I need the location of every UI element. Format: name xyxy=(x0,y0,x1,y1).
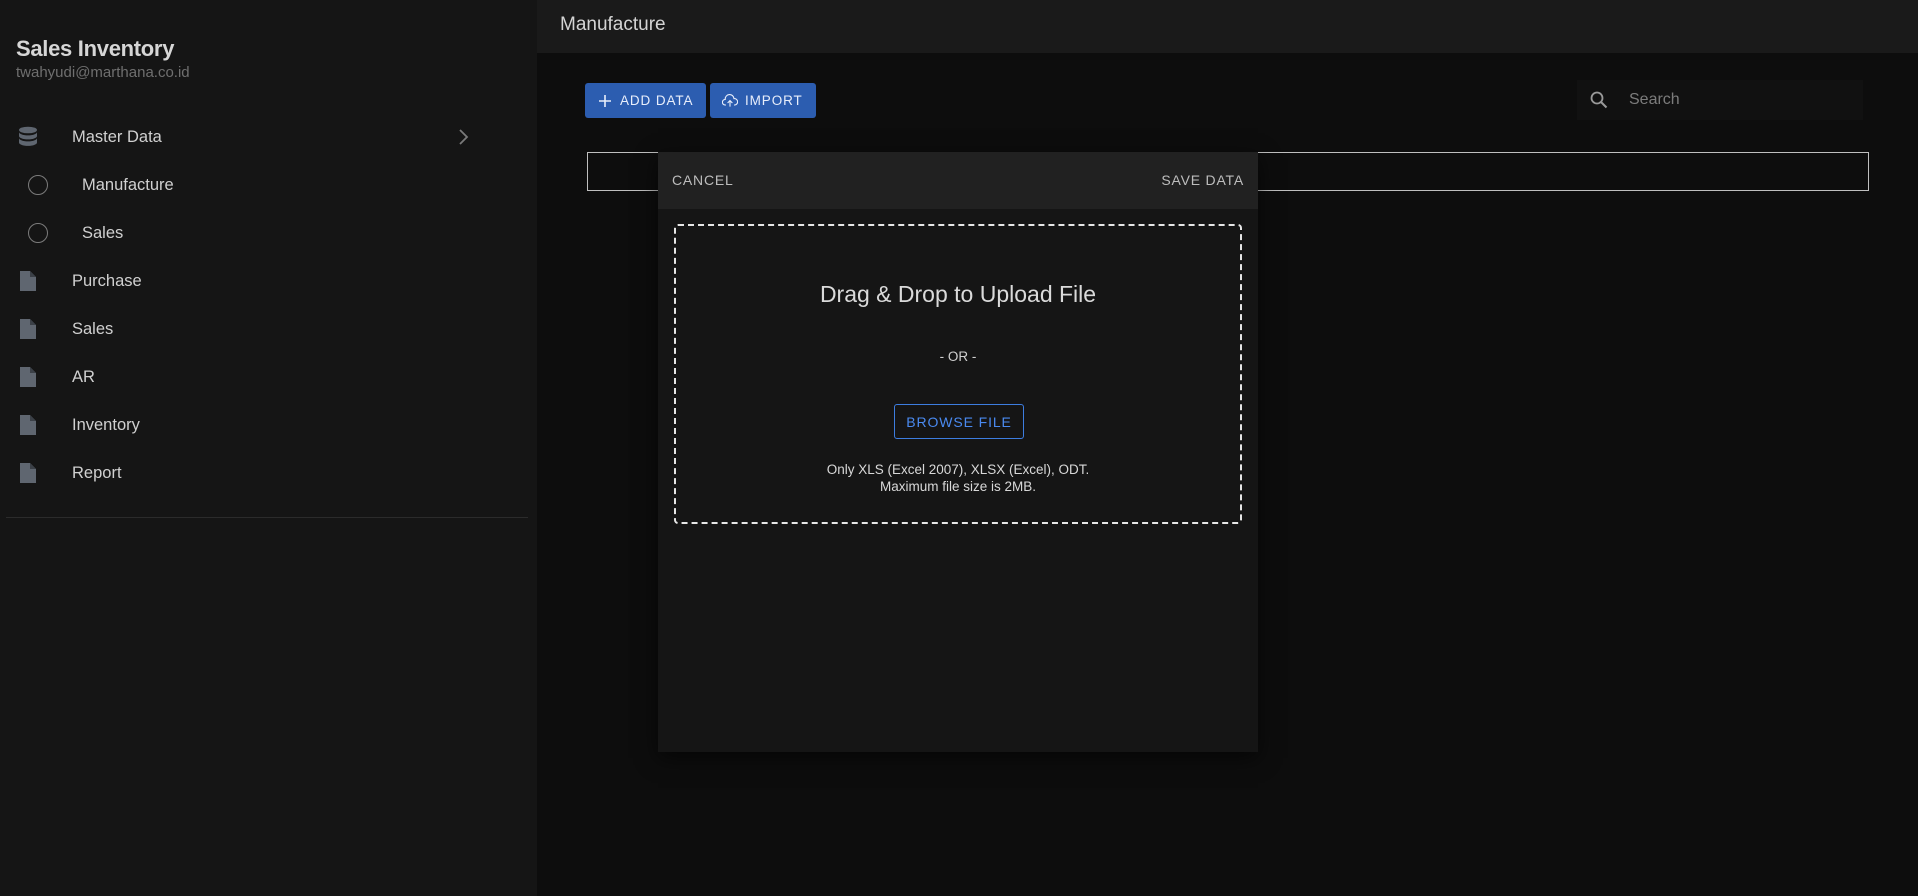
sidebar-item-label: Manufacture xyxy=(82,175,174,194)
top-bar: Manufacture xyxy=(537,0,1918,53)
file-format-note: Only XLS (Excel 2007), XLSX (Excel), ODT… xyxy=(826,462,1090,477)
file-icon xyxy=(17,270,39,292)
sidebar-divider xyxy=(6,517,528,518)
dropzone-or-text: - OR - xyxy=(939,349,977,364)
app-title: Sales Inventory xyxy=(16,36,175,61)
user-email: twahyudi@marthana.co.id xyxy=(16,64,190,81)
file-icon xyxy=(17,366,39,388)
search-icon xyxy=(1590,91,1608,109)
sidebar-item-purchase[interactable]: Purchase xyxy=(0,257,480,305)
file-icon xyxy=(17,414,39,436)
sidebar-item-manufacture[interactable]: Manufacture xyxy=(0,161,480,209)
file-icon xyxy=(17,462,39,484)
save-data-button[interactable]: SAVE DATA xyxy=(1161,172,1244,188)
sidebar-item-label: Master Data xyxy=(72,127,162,146)
circle-icon xyxy=(27,174,49,196)
sidebar-item-report[interactable]: Report xyxy=(0,449,480,497)
circle-icon xyxy=(27,222,49,244)
search-input[interactable] xyxy=(1627,86,1847,114)
sidebar-item-label: Purchase xyxy=(72,271,142,290)
sidebar-item-inventory[interactable]: Inventory xyxy=(0,401,480,449)
cloud-upload-icon xyxy=(722,93,738,109)
cancel-button[interactable]: CANCEL xyxy=(672,172,734,188)
sidebar-item-label: Sales xyxy=(82,223,124,242)
browse-file-button[interactable]: BROWSE FILE xyxy=(894,404,1024,439)
sidebar-item-master-sales[interactable]: Sales xyxy=(0,209,480,257)
dropzone-title: Drag & Drop to Upload File xyxy=(819,281,1097,307)
sidebar-item-ar[interactable]: AR xyxy=(0,353,480,401)
import-dialog: CANCEL SAVE DATA Drag & Drop to Upload F… xyxy=(658,152,1258,752)
file-size-note: Maximum file size is 2MB. xyxy=(879,479,1037,494)
sidebar-item-label: Report xyxy=(72,463,122,482)
add-data-button[interactable]: ADD DATA xyxy=(585,83,706,118)
search-box xyxy=(1577,80,1863,120)
import-label: IMPORT xyxy=(745,93,803,108)
sidebar-item-master-data[interactable]: Master Data xyxy=(0,113,480,161)
plus-icon xyxy=(597,93,613,109)
sidebar-item-sales[interactable]: Sales xyxy=(0,305,480,353)
file-icon xyxy=(17,318,39,340)
sidebar-item-label: AR xyxy=(72,367,95,386)
file-dropzone[interactable]: Drag & Drop to Upload File - OR - BROWSE… xyxy=(674,224,1242,524)
chevron-right-icon xyxy=(454,128,472,146)
sidebar: Sales Inventory twahyudi@marthana.co.id … xyxy=(0,0,537,896)
import-button[interactable]: IMPORT xyxy=(710,83,816,118)
database-icon xyxy=(17,126,39,148)
sidebar-item-label: Sales xyxy=(72,319,114,338)
add-data-label: ADD DATA xyxy=(620,93,694,108)
page-title: Manufacture xyxy=(560,14,666,35)
dialog-header: CANCEL SAVE DATA xyxy=(658,152,1258,209)
sidebar-item-label: Inventory xyxy=(72,415,140,434)
